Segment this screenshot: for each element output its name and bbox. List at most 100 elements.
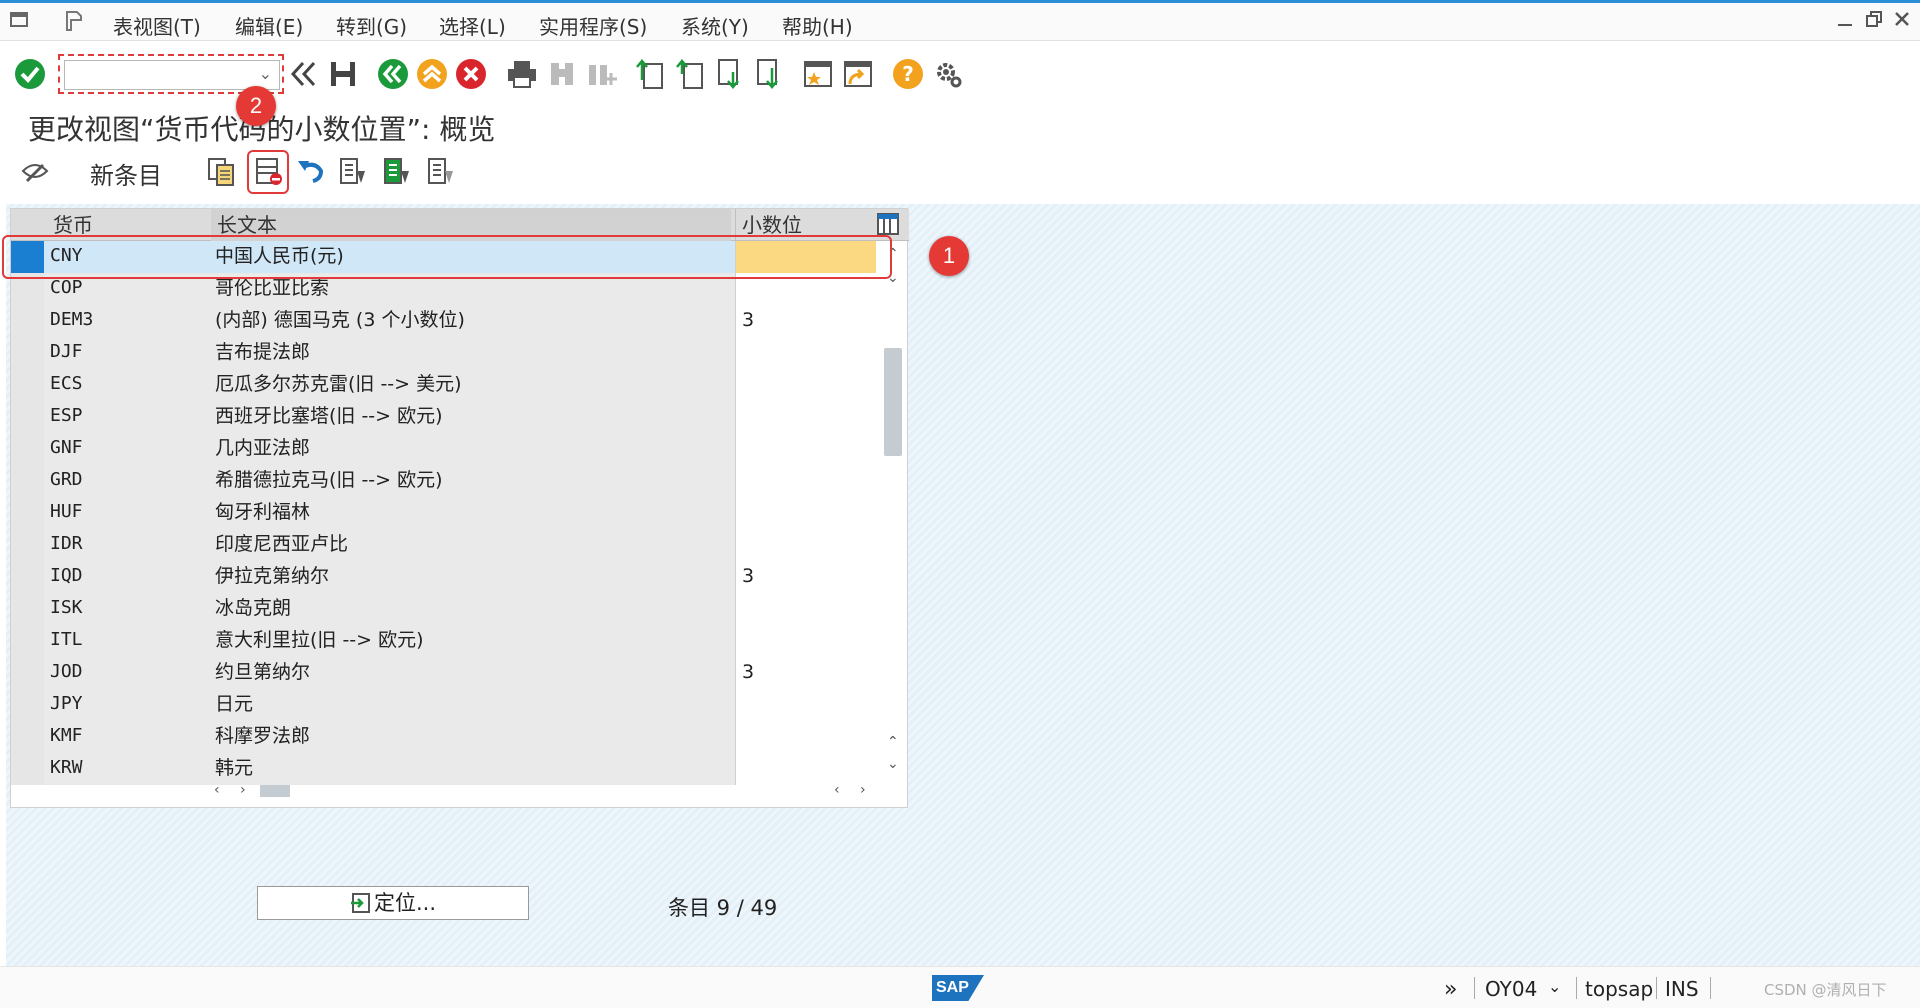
scroll-left-icon[interactable]: ‹	[214, 782, 220, 798]
deselect-all-icon[interactable]	[424, 154, 458, 188]
cell-decimals[interactable]	[735, 369, 876, 401]
horizontal-scrollbar[interactable]: ‹ › ‹ ›	[200, 780, 880, 802]
scroll-page-down-icon[interactable]: ⌄	[887, 756, 899, 772]
restore-icon[interactable]	[1864, 9, 1884, 34]
cell-decimals[interactable]	[735, 625, 876, 657]
cell-long-text: 希腊德拉克马(旧 --> 欧元)	[209, 465, 735, 497]
shortcut-icon[interactable]	[841, 57, 875, 91]
cancel-icon[interactable]	[454, 57, 488, 91]
undo-icon[interactable]	[294, 154, 328, 188]
cell-decimals[interactable]: 3	[735, 561, 876, 593]
cell-currency: GNF	[44, 433, 209, 465]
select-all-icon[interactable]	[336, 154, 370, 188]
customize-gear-icon[interactable]	[931, 57, 965, 91]
table-row[interactable]: GRD 希腊德拉克马(旧 --> 欧元)	[11, 465, 876, 497]
row-selector[interactable]	[11, 305, 44, 337]
table-row[interactable]: ITL 意大利里拉(旧 --> 欧元)	[11, 625, 876, 657]
new-entries-button[interactable]: 新条目	[90, 156, 162, 191]
row-selector[interactable]	[11, 497, 44, 529]
create-session-icon[interactable]	[801, 57, 835, 91]
menu-goto[interactable]: 转到(G)	[336, 11, 407, 40]
row-selector[interactable]	[11, 433, 44, 465]
row-selector[interactable]	[11, 657, 44, 689]
transaction-dropdown-icon[interactable]: ⌄	[1548, 977, 1561, 996]
scroll-left-end-icon[interactable]: ‹	[834, 782, 840, 798]
cell-decimals[interactable]	[735, 689, 876, 721]
row-selector[interactable]	[11, 465, 44, 497]
row-selector[interactable]	[11, 529, 44, 561]
select-block-icon[interactable]	[380, 154, 414, 188]
find-next-icon[interactable]	[585, 57, 619, 91]
scroll-right-end-icon[interactable]: ›	[860, 782, 866, 798]
double-chevron-left-icon[interactable]	[286, 57, 320, 91]
cell-decimals[interactable]	[735, 529, 876, 561]
first-page-icon[interactable]	[634, 57, 668, 91]
copy-as-icon[interactable]	[204, 154, 238, 188]
locate-button[interactable]: 定位...	[257, 886, 529, 920]
row-selector[interactable]	[11, 689, 44, 721]
vertical-scrollbar[interactable]: ⌃ ⌄ ⌃ ⌄	[881, 240, 903, 780]
display-change-icon[interactable]	[18, 154, 52, 188]
enter-check-icon[interactable]	[13, 57, 47, 91]
table-row[interactable]: GNF 几内亚法郎	[11, 433, 876, 465]
row-selector[interactable]	[11, 753, 44, 785]
scroll-right-icon[interactable]: ›	[240, 782, 246, 798]
sap-logon-icon[interactable]	[62, 10, 86, 32]
input-mode[interactable]: INS	[1665, 977, 1699, 1001]
hscroll-thumb[interactable]	[260, 785, 290, 797]
expand-status-icon[interactable]: »	[1444, 977, 1457, 1002]
table-row[interactable]: JOD 约旦第纳尔 3	[11, 657, 876, 689]
find-icon[interactable]	[545, 57, 579, 91]
delete-row-icon[interactable]	[251, 154, 285, 188]
cell-decimals[interactable]	[735, 401, 876, 433]
cell-decimals[interactable]: 3	[735, 657, 876, 689]
menu-table-view[interactable]: 表视图(T)	[113, 11, 201, 40]
row-selector[interactable]	[11, 593, 44, 625]
close-window-icon[interactable]	[1893, 9, 1911, 34]
transaction-code[interactable]: OY04	[1485, 977, 1537, 1001]
cell-decimals[interactable]	[735, 433, 876, 465]
menu-system[interactable]: 系统(Y)	[681, 11, 749, 40]
table-row[interactable]: DEM3 (内部) 德国马克 (3 个小数位) 3	[11, 305, 876, 337]
chevron-down-icon[interactable]: ⌄	[259, 64, 272, 83]
previous-page-icon[interactable]	[674, 57, 708, 91]
table-row[interactable]: ISK 冰岛克朗	[11, 593, 876, 625]
table-row[interactable]: JPY 日元	[11, 689, 876, 721]
save-icon[interactable]	[326, 57, 360, 91]
cell-decimals[interactable]	[735, 465, 876, 497]
cell-decimals[interactable]	[735, 593, 876, 625]
row-selector[interactable]	[11, 625, 44, 657]
table-row[interactable]: IQD 伊拉克第纳尔 3	[11, 561, 876, 593]
back-icon[interactable]	[376, 57, 410, 91]
app-menu-icon[interactable]	[8, 10, 32, 32]
menu-selection[interactable]: 选择(L)	[439, 11, 506, 40]
exit-icon[interactable]	[415, 57, 449, 91]
work-area-top-strip	[6, 196, 1920, 204]
row-selector[interactable]	[11, 369, 44, 401]
cell-decimals[interactable]	[735, 721, 876, 753]
table-row[interactable]: IDR 印度尼西亚卢比	[11, 529, 876, 561]
scroll-page-up-icon[interactable]: ⌃	[887, 734, 899, 750]
table-row[interactable]: ECS 厄瓜多尔苏克雷(旧 --> 美元)	[11, 369, 876, 401]
table-row[interactable]: ESP 西班牙比塞塔(旧 --> 欧元)	[11, 401, 876, 433]
table-row[interactable]: DJF 吉布提法郎	[11, 337, 876, 369]
menu-help[interactable]: 帮助(H)	[782, 11, 853, 40]
cell-decimals[interactable]: 3	[735, 305, 876, 337]
command-field[interactable]	[64, 60, 280, 90]
print-icon[interactable]	[505, 57, 539, 91]
scrollbar-thumb[interactable]	[884, 348, 902, 456]
row-selector[interactable]	[11, 721, 44, 753]
last-page-icon[interactable]	[752, 57, 786, 91]
minimize-icon[interactable]	[1836, 9, 1854, 34]
cell-decimals[interactable]	[735, 497, 876, 529]
menu-edit[interactable]: 编辑(E)	[235, 11, 303, 40]
next-page-icon[interactable]	[713, 57, 747, 91]
row-selector[interactable]	[11, 337, 44, 369]
table-row[interactable]: HUF 匈牙利福林	[11, 497, 876, 529]
table-row[interactable]: KMF 科摩罗法郎	[11, 721, 876, 753]
help-icon[interactable]: ?	[891, 57, 925, 91]
cell-decimals[interactable]	[735, 337, 876, 369]
row-selector[interactable]	[11, 561, 44, 593]
menu-utilities[interactable]: 实用程序(S)	[539, 11, 647, 40]
row-selector[interactable]	[11, 401, 44, 433]
